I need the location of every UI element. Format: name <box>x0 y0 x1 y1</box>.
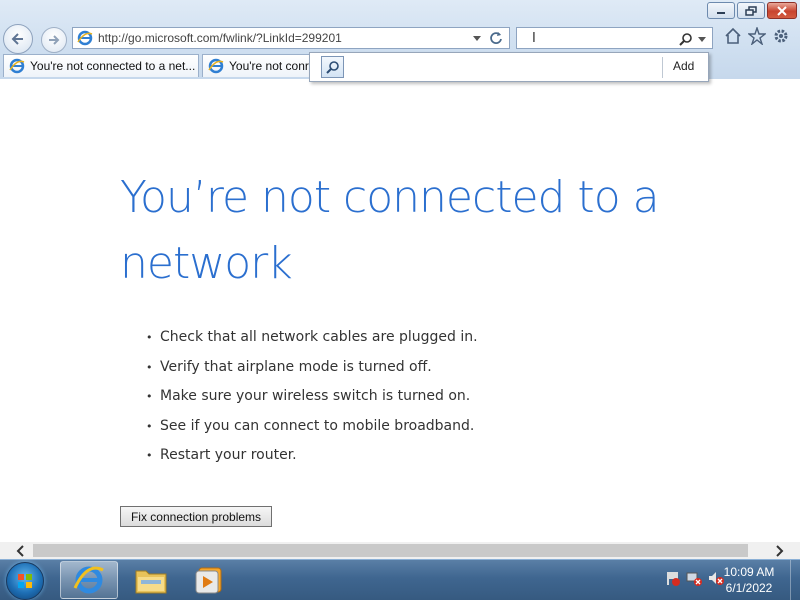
forward-arrow-icon <box>49 35 60 45</box>
command-icons <box>724 27 790 45</box>
search-suggestions-dropdown: Add <box>309 52 709 82</box>
ie-page-icon <box>77 30 93 46</box>
tab-label: You're not connected to a net... <box>30 59 196 73</box>
clock-date: 6/1/2022 <box>725 581 773 595</box>
system-tray <box>664 570 724 586</box>
internet-explorer-icon <box>73 566 104 594</box>
back-arrow-icon <box>11 33 23 45</box>
taskbar: 10:09 AM 6/1/2022 <box>0 559 800 600</box>
windows-logo-icon <box>18 574 32 588</box>
chevron-down-icon[interactable] <box>698 35 706 43</box>
gear-icon[interactable] <box>772 27 790 45</box>
search-icon <box>325 61 339 74</box>
address-actions <box>473 31 509 45</box>
ie-tab-icon <box>9 58 25 74</box>
start-button[interactable] <box>6 562 44 600</box>
minimize-button[interactable] <box>707 2 735 19</box>
taskbar-media-player[interactable] <box>180 561 238 599</box>
scroll-right-button[interactable] <box>770 542 787 559</box>
media-player-icon <box>195 567 222 594</box>
minimize-icon <box>717 11 725 14</box>
divider <box>662 57 663 78</box>
list-item: • Check that all network cables are plugg… <box>146 329 478 345</box>
scroll-left-button[interactable] <box>12 542 29 559</box>
window-caption-buttons <box>707 2 797 19</box>
address-url[interactable]: http://go.microsoft.com/fwlink/?LinkId=2… <box>98 31 473 45</box>
search-dropdown-icon[interactable] <box>473 34 481 42</box>
taskbar-clock[interactable]: 10:09 AM 6/1/2022 <box>718 564 780 596</box>
page-title: You’re not connected to a network <box>120 172 660 289</box>
folder-icon <box>135 570 167 594</box>
back-button[interactable] <box>3 24 33 54</box>
taskbar-internet-explorer[interactable] <box>60 561 118 599</box>
list-item: • Verify that airplane mode is turned off… <box>146 358 432 375</box>
show-desktop-button[interactable] <box>790 560 800 600</box>
taskbar-windows-explorer[interactable] <box>122 561 180 599</box>
text-cursor-icon: I <box>532 31 536 46</box>
restore-icon <box>745 5 757 16</box>
search-provider-button[interactable] <box>321 56 344 78</box>
fix-connection-button[interactable]: Fix connection problems <box>120 506 272 527</box>
search-icons <box>679 32 706 46</box>
chevron-right-icon <box>775 544 783 557</box>
add-search-provider-button[interactable]: Add <box>673 59 694 73</box>
refresh-icon[interactable] <box>489 31 503 45</box>
tab-active[interactable]: You're not connected to a net... <box>3 54 199 77</box>
troubleshooting-list: • Check that all network cables are plugg… <box>146 327 478 475</box>
close-icon <box>777 5 787 16</box>
chevron-left-icon <box>16 544 24 557</box>
clock-time: 10:09 AM <box>723 565 775 579</box>
tab-label: You're not conr <box>229 59 309 73</box>
ie-tab-icon <box>208 58 224 74</box>
list-item: • See if you can connect to mobile broadb… <box>146 417 475 434</box>
action-center-flag-icon[interactable] <box>664 570 680 586</box>
scrollbar-thumb[interactable] <box>33 544 748 557</box>
close-button[interactable] <box>767 2 797 19</box>
forward-button[interactable] <box>41 27 67 53</box>
list-item: • Make sure your wireless switch is turne… <box>146 388 471 404</box>
address-bar[interactable]: http://go.microsoft.com/fwlink/?LinkId=2… <box>72 27 510 49</box>
list-item: • Restart your router. <box>146 447 297 463</box>
restore-button[interactable] <box>737 2 765 19</box>
horizontal-scrollbar[interactable] <box>0 542 800 559</box>
favorites-star-icon[interactable] <box>748 27 766 45</box>
search-icon[interactable] <box>679 32 693 46</box>
tab-second[interactable]: You're not conr <box>202 54 322 77</box>
search-box[interactable]: I <box>516 27 713 49</box>
home-icon[interactable] <box>724 27 742 45</box>
network-disconnected-icon[interactable] <box>686 570 702 586</box>
